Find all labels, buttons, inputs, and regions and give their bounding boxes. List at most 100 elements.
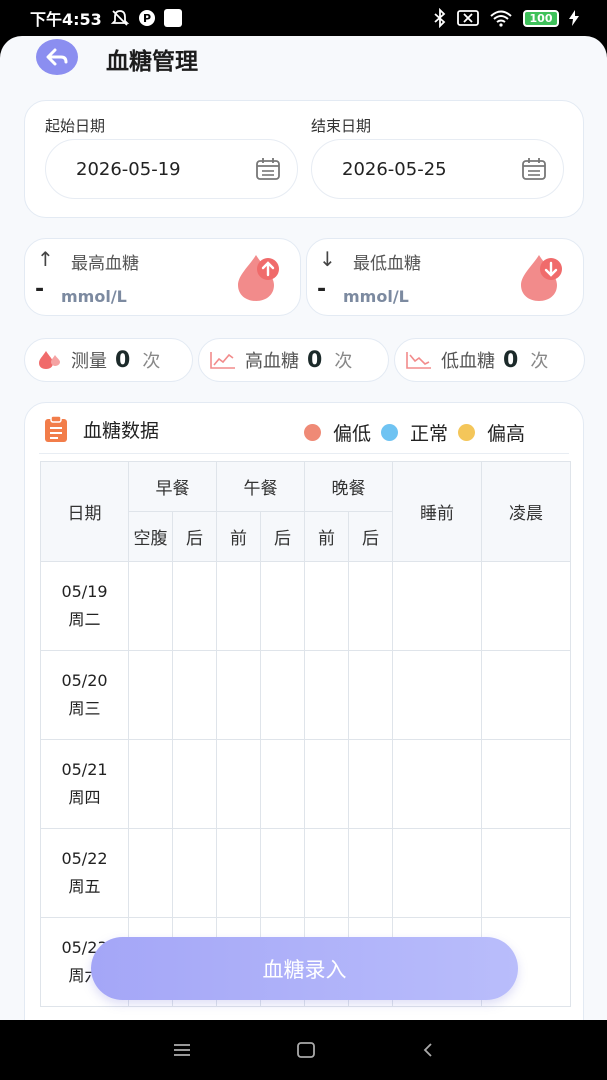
start-date-field[interactable]: 2026-05-19 [45,139,298,199]
sim-icon [457,10,479,26]
glucose-cell[interactable] [481,828,571,918]
glucose-cell[interactable] [128,561,173,651]
high-glucose-suffix: 次 [334,351,353,372]
glucose-cell[interactable] [128,828,173,918]
page-title: 血糖管理 [106,49,198,75]
measure-suffix: 次 [142,351,161,372]
measure-count: 0 [115,347,131,373]
header-lunch-after: 后 [260,511,305,562]
wifi-icon [490,10,512,27]
glucose-cell[interactable] [348,828,393,918]
app-notification-icon: P [138,10,155,26]
glucose-cell[interactable] [304,828,349,918]
legend: 偏低 正常 偏高 [294,419,525,446]
table-row: 05/20 周三 [40,650,571,740]
glucose-cell[interactable] [348,650,393,740]
end-date-label: 结束日期 [311,117,372,135]
low-glucose-count-pill: 低血糖 0 次 [394,338,585,382]
glucose-entry-button[interactable]: 血糖录入 [91,937,518,1000]
glucose-cell[interactable] [172,828,217,918]
glucose-cell[interactable] [260,561,305,651]
back-arrow-icon [46,48,68,66]
glucose-cell[interactable] [216,739,261,829]
row-date-cell: 05/22 周五 [40,828,129,918]
header-breakfast: 早餐 [128,461,217,512]
arrow-up-icon: ↑ [37,247,54,271]
glucose-cell[interactable] [304,561,349,651]
trend-up-icon [210,352,235,369]
min-glucose-unit: mmol/L [343,287,409,306]
app-screen: 血糖管理 起始日期 结束日期 2026-05-19 2026-05-25 ↑ 最… [0,36,607,1020]
calendar-icon [522,158,546,180]
max-glucose-value: - [35,277,45,302]
table-row: 05/19 周二 [40,561,571,651]
row-date: 05/22 [61,849,108,868]
glucose-cell[interactable] [216,561,261,651]
header-bedtime: 睡前 [392,461,482,562]
measure-count-pill: 测量 0 次 [24,338,193,382]
system-nav-bar [0,1020,607,1080]
mute-bell-icon [110,10,129,26]
back-nav-icon[interactable] [422,1042,434,1058]
legend-low-label: 偏低 [332,423,371,445]
glucose-cell[interactable] [392,739,482,829]
glucose-cell[interactable] [172,561,217,651]
table-row: 05/22 周五 [40,828,571,918]
glucose-cell[interactable] [392,650,482,740]
glucose-cell[interactable] [481,739,571,829]
end-date-field[interactable]: 2026-05-25 [311,139,564,199]
glucose-cell[interactable] [304,739,349,829]
status-bar: 下午4:53 P 100 [0,0,607,36]
row-date-cell: 05/21 周四 [40,739,129,829]
max-glucose-card: ↑ 最高血糖 - mmol/L [24,238,301,316]
glucose-data-card: 血糖数据 偏低 正常 偏高 日期 早餐 午餐 晚餐 睡前 凌晨 空腹 后 前 后… [24,402,584,1020]
start-date-value: 2026-05-19 [76,158,181,180]
square-notification-icon [163,9,182,27]
row-weekday: 周五 [68,877,101,896]
glucose-cell[interactable] [304,650,349,740]
start-date-label: 起始日期 [45,117,106,135]
glucose-cell[interactable] [481,561,571,651]
glucose-cell[interactable] [260,828,305,918]
legend-high-dot [457,424,475,441]
arrow-down-icon: ↓ [319,247,336,271]
glucose-cell[interactable] [260,739,305,829]
charging-icon [569,10,579,26]
menu-icon[interactable] [173,1043,191,1057]
low-glucose-count: 0 [503,347,519,373]
table-row: 05/21 周四 [40,739,571,829]
glucose-cell[interactable] [216,650,261,740]
high-glucose-count-pill: 高血糖 0 次 [198,338,389,382]
calendar-icon [256,158,280,180]
back-button[interactable] [36,39,78,75]
glucose-cell[interactable] [260,650,305,740]
glucose-cell[interactable] [172,650,217,740]
glucose-cell[interactable] [348,739,393,829]
header-breakfast-after: 后 [172,511,217,562]
glucose-table: 日期 早餐 午餐 晚餐 睡前 凌晨 空腹 后 前 后 前 后 05/19 周二 … [40,461,571,1007]
max-glucose-unit: mmol/L [61,287,127,306]
blood-drop-down-icon [521,255,562,301]
min-glucose-card: ↓ 最低血糖 - mmol/L [306,238,584,316]
glucose-cell[interactable] [348,561,393,651]
glucose-cell[interactable] [216,828,261,918]
row-date: 05/19 [61,582,108,601]
row-weekday: 周四 [68,788,101,807]
low-glucose-suffix: 次 [530,351,549,372]
header-dinner: 晚餐 [304,461,393,512]
glucose-cell[interactable] [172,739,217,829]
glucose-cell[interactable] [392,561,482,651]
glucose-cell[interactable] [392,828,482,918]
glucose-cell[interactable] [128,650,173,740]
legend-high-label: 偏高 [486,423,525,445]
min-glucose-value: - [317,277,327,302]
legend-normal: 正常 [380,419,448,446]
high-glucose-count: 0 [307,347,323,373]
home-icon[interactable] [297,1042,316,1058]
glucose-cell[interactable] [128,739,173,829]
status-time: 下午4:53 [30,10,102,29]
header-dawn: 凌晨 [481,461,571,562]
row-weekday: 周二 [68,610,101,629]
glucose-cell[interactable] [481,650,571,740]
header-lunch: 午餐 [216,461,305,512]
